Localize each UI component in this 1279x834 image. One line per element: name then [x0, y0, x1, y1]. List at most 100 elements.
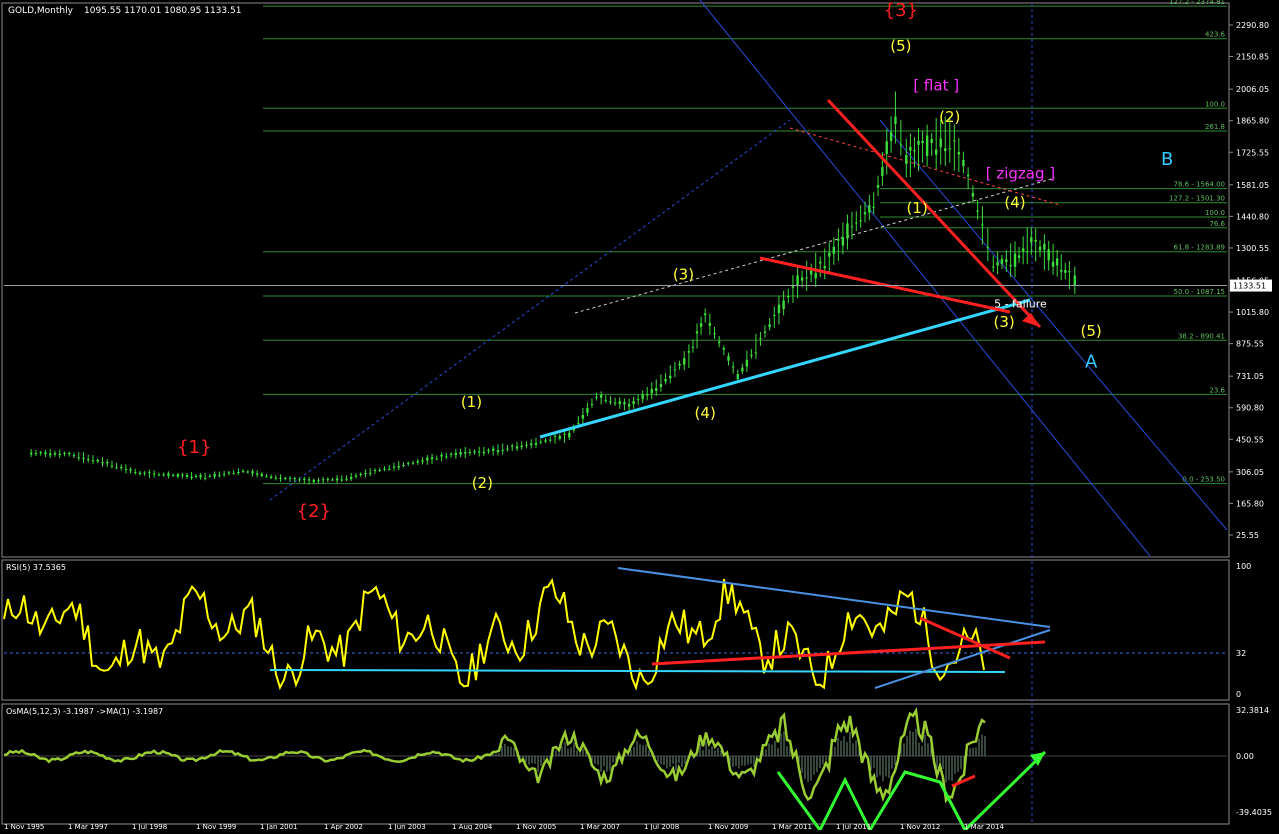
candle-body [627, 403, 631, 407]
candle-body [115, 467, 118, 469]
date-tick-label: 1 Nov 1995 [4, 823, 44, 830]
wave-label: (1) [461, 393, 482, 411]
candle-body [459, 452, 462, 455]
candle-body [736, 374, 739, 380]
candle-body [82, 457, 85, 459]
rsi-level-label: 32 [1236, 649, 1246, 658]
candle-body [581, 415, 585, 419]
candle-body [1000, 258, 1004, 264]
candle-body [440, 454, 443, 457]
candle-body [678, 363, 681, 366]
candle-body [388, 468, 391, 470]
candle-body [293, 478, 297, 480]
candle-body [426, 457, 429, 461]
candle-body [962, 159, 965, 167]
wave-label: 5 - failure [994, 298, 1047, 311]
wave-label: [ flat ] [913, 76, 959, 94]
candle-body [868, 205, 871, 213]
candle-body [699, 323, 703, 327]
candle-body [632, 400, 635, 405]
candle-body [402, 465, 405, 467]
date-tick-label: 1 Apr 2002 [324, 823, 363, 830]
candle-body [511, 445, 514, 447]
candle-body [157, 474, 161, 476]
candle-body [599, 395, 603, 398]
candle-body [939, 138, 942, 148]
candle-body [539, 441, 542, 443]
candle-body [1034, 240, 1037, 242]
candle-body [1021, 248, 1025, 252]
candle-body [981, 224, 984, 226]
candle-body [819, 261, 822, 264]
candle-body [1055, 258, 1059, 266]
price-tick-label: 2006.05 [1236, 85, 1269, 94]
date-tick-label: 1 Aug 2004 [452, 823, 493, 830]
candle-body [307, 479, 311, 481]
price-tick-label: 1865.80 [1236, 117, 1269, 126]
candle-body [1064, 269, 1067, 273]
candle-body [349, 476, 353, 479]
candle-body [953, 140, 956, 142]
candle-body [317, 480, 320, 482]
candle-body [568, 432, 571, 438]
wave-label: (3) [673, 266, 694, 284]
candle-body [124, 469, 128, 471]
candle-body [430, 457, 434, 460]
candle-body [787, 295, 790, 298]
candle-body [1009, 264, 1012, 267]
candle-body [39, 452, 42, 454]
candle-body [885, 141, 888, 154]
candle-body [544, 440, 547, 442]
candle-body [284, 477, 287, 479]
candle-body [655, 388, 658, 391]
candle-body [340, 479, 343, 481]
candle-body [181, 474, 184, 476]
candle-body [650, 389, 653, 394]
candle-body [185, 475, 189, 477]
fib-label: 100.0 [1205, 100, 1225, 108]
price-tick-label: 590.80 [1236, 404, 1264, 413]
candle-body [913, 149, 916, 152]
candle-body [218, 475, 221, 477]
candle-body [1043, 243, 1046, 250]
candle-body [435, 458, 439, 460]
date-tick-label: 1 Nov 1999 [196, 823, 236, 830]
candle-body [618, 401, 621, 405]
candle-body [754, 352, 758, 354]
candle-body [872, 206, 875, 208]
candle-body [473, 451, 476, 453]
fib-label: 38.2 - 890.41 [1178, 332, 1225, 340]
candle-body [445, 456, 448, 458]
osma-level-label: 0.00 [1236, 752, 1254, 761]
candle-body [553, 435, 557, 437]
fib-label: 50.0 - 1087.15 [1173, 288, 1225, 296]
candle-body [703, 313, 707, 316]
candle-body [695, 331, 699, 334]
osma-label: OsMA(5,12,3) -3.1987 ->MA(1) -3.1987 [6, 707, 163, 716]
candle-body [203, 477, 207, 479]
candle-body [687, 351, 691, 353]
date-tick-label: 1 Jul 1998 [132, 823, 167, 830]
candle-body [449, 453, 453, 455]
candle-body [171, 475, 175, 477]
candle-body [255, 473, 259, 475]
date-tick-label: 1 Nov 2009 [708, 823, 748, 830]
candle-body [889, 132, 893, 142]
candle-body [49, 453, 52, 456]
candle-body [416, 461, 419, 463]
candle-body [1013, 253, 1017, 267]
fib-label: 61.8 - 1283.89 [1173, 244, 1225, 252]
candle-body [58, 453, 61, 456]
candle-body [101, 462, 104, 464]
candle-body [120, 466, 123, 468]
candle-body [468, 452, 472, 454]
price-tick-label: 1300.55 [1236, 244, 1269, 253]
candle-body [167, 473, 170, 476]
candle-body [321, 479, 325, 481]
candle-body [378, 469, 381, 471]
date-tick-label: 1 Nov 2005 [516, 823, 556, 830]
candle-body [331, 479, 334, 481]
candle-body [722, 348, 726, 350]
candle-body [832, 246, 836, 254]
candle-body [659, 384, 663, 387]
